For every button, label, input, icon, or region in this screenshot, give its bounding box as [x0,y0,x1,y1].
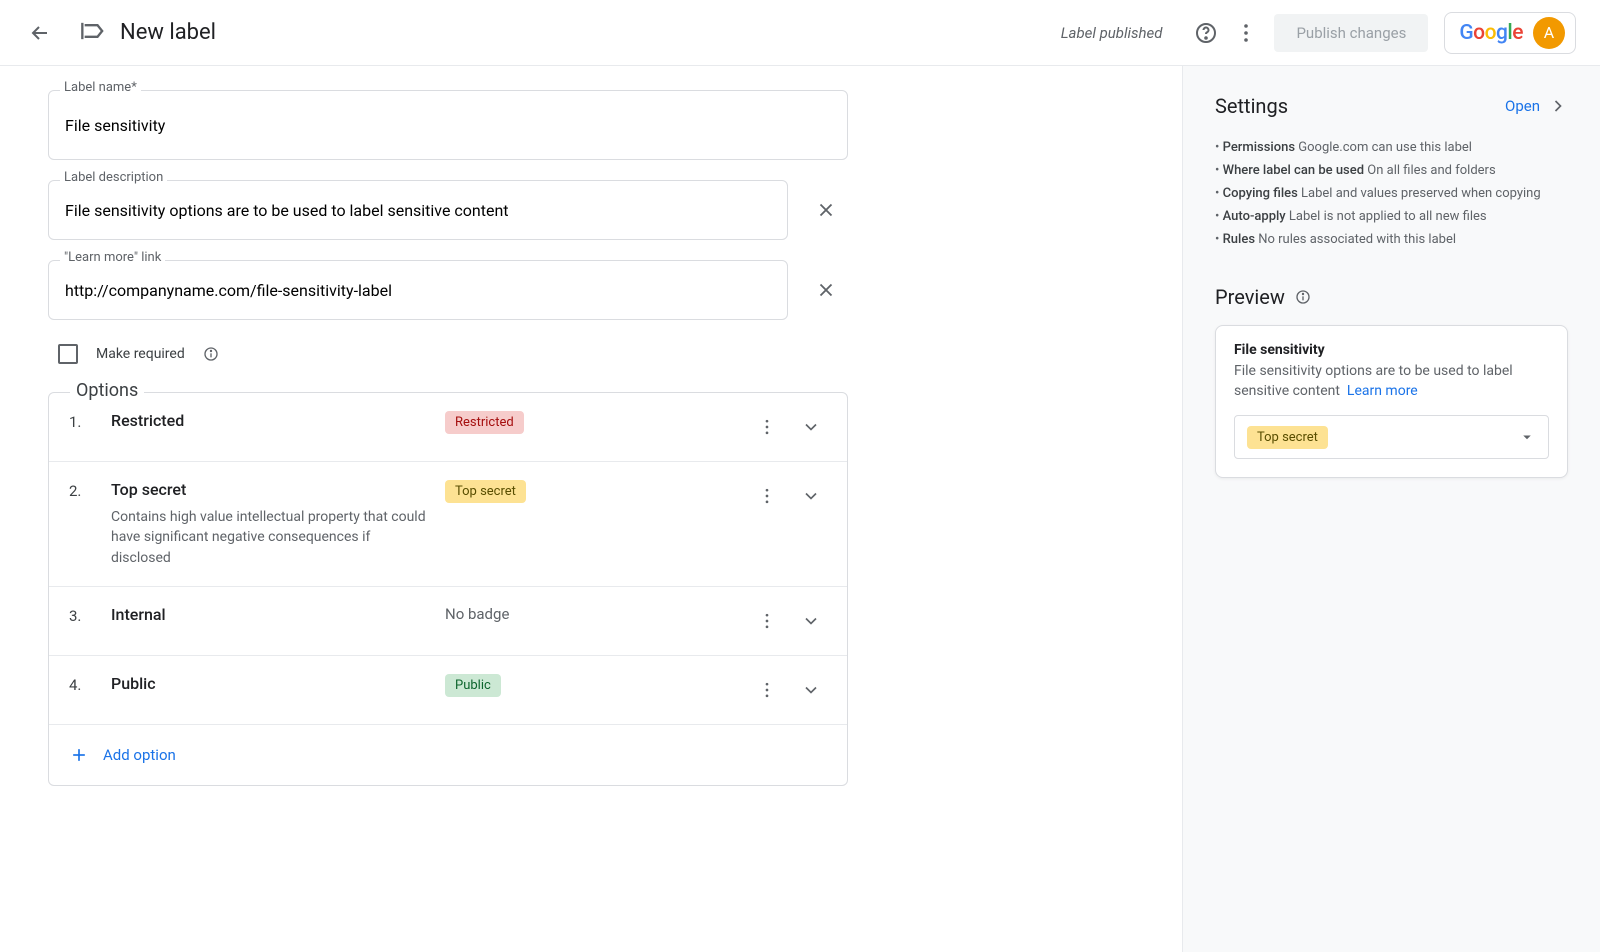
option-more-button[interactable] [751,605,783,637]
preview-card: File sensitivity File sensitivity option… [1215,325,1568,478]
preview-title: Preview [1215,285,1285,309]
arrow-left-icon [28,21,52,45]
make-required-info-button[interactable] [203,346,219,362]
google-logo: Google [1459,21,1523,45]
option-name: Internal [111,605,431,624]
option-name: Top secret [111,480,431,499]
more-vert-icon [757,611,777,631]
preview-learn-more-link[interactable]: Learn more [1347,383,1418,399]
more-options-button[interactable] [1226,13,1266,53]
option-badge: Restricted [445,411,524,434]
info-icon [203,346,219,362]
option-badge: Top secret [445,480,526,503]
option-row[interactable]: 2. Top secret Contains high value intellec… [49,462,847,587]
option-description: Contains high value intellectual propert… [111,507,431,568]
learn-more-link-label: "Learn more" link [60,250,165,265]
option-expand-button[interactable] [795,480,827,512]
clear-description-button[interactable] [806,190,846,230]
chevron-right-icon [1548,96,1568,116]
label-name-input[interactable] [63,115,833,136]
option-number: 2. [69,480,97,500]
option-row[interactable]: 3. Internal No badge [49,587,847,656]
option-badge: Public [445,674,501,697]
more-vert-icon [1234,21,1258,45]
settings-open-label: Open [1505,97,1540,115]
preview-value-select[interactable]: Top secret [1234,415,1549,459]
app-header: New label Label published Publish change… [0,0,1600,66]
make-required-label: Make required [96,346,185,362]
settings-item: Where label can be used On all files and… [1215,159,1568,182]
option-no-badge: No badge [445,605,509,623]
preview-selected-badge: Top secret [1247,426,1328,449]
settings-panel: Settings Open Permissions Google.com can… [1182,66,1600,952]
chevron-down-icon [801,680,821,700]
settings-item: Permissions Google.com can use this labe… [1215,136,1568,159]
back-button[interactable] [20,13,60,53]
dropdown-icon [1518,428,1536,446]
publish-changes-button[interactable]: Publish changes [1274,14,1428,52]
add-option-button[interactable]: Add option [49,725,847,785]
option-number: 3. [69,605,97,625]
option-row[interactable]: 1. Restricted Restricted [49,393,847,462]
settings-open-link[interactable]: Open [1505,96,1568,116]
label-form: Label name* Label description "Learn mor… [0,66,1182,952]
settings-item: Auto-apply Label is not applied to all n… [1215,205,1568,228]
option-more-button[interactable] [751,674,783,706]
option-expand-button[interactable] [795,674,827,706]
preview-label-title: File sensitivity [1234,342,1549,358]
page-title: New label [120,20,216,45]
settings-summary-list: Permissions Google.com can use this labe… [1215,136,1568,251]
learn-more-link-input[interactable] [63,280,773,301]
option-number: 1. [69,411,97,431]
settings-item: Copying files Label and values preserved… [1215,182,1568,205]
more-vert-icon [757,680,777,700]
add-option-label: Add option [103,746,176,764]
close-icon [815,199,837,221]
settings-title: Settings [1215,94,1288,118]
preview-info-button[interactable] [1295,289,1311,305]
option-name: Restricted [111,411,431,430]
more-vert-icon [757,417,777,437]
avatar[interactable]: A [1533,17,1565,49]
settings-item: Rules No rules associated with this labe… [1215,228,1568,251]
option-row[interactable]: 4. Public Public [49,656,847,725]
label-name-label: Label name* [60,80,141,95]
make-required-checkbox[interactable] [58,344,78,364]
publish-status: Label published [1061,24,1163,42]
more-vert-icon [757,486,777,506]
label-description-label: Label description [60,170,167,185]
help-icon [1194,21,1218,45]
chevron-down-icon [801,486,821,506]
option-expand-button[interactable] [795,411,827,443]
help-button[interactable] [1186,13,1226,53]
clear-learn-more-button[interactable] [806,270,846,310]
close-icon [815,279,837,301]
options-section-title: Options [70,380,144,401]
chevron-down-icon [801,417,821,437]
info-icon [1295,289,1311,305]
plus-icon [69,745,89,765]
option-number: 4. [69,674,97,694]
account-switcher[interactable]: Google A [1444,12,1576,54]
label-icon [80,17,108,49]
option-expand-button[interactable] [795,605,827,637]
options-list: 1. Restricted Restricted 2. Top secret Contai… [48,392,848,786]
option-more-button[interactable] [751,411,783,443]
chevron-down-icon [801,611,821,631]
option-name: Public [111,674,431,693]
option-more-button[interactable] [751,480,783,512]
label-description-input[interactable] [63,200,773,221]
